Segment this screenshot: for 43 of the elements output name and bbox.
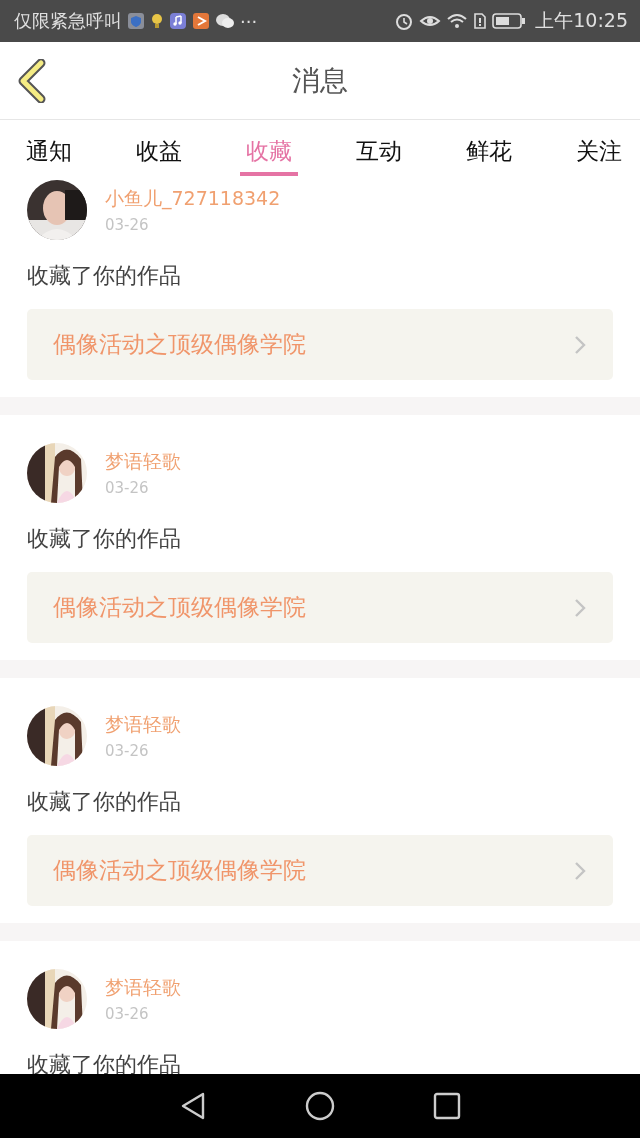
message-date: 03-26 xyxy=(105,216,150,234)
alarm-icon xyxy=(394,11,415,31)
carrier-notice: 仅限紧急呼叫 xyxy=(14,9,122,33)
message-date: 03-26 xyxy=(105,742,150,760)
message-date: 03-26 xyxy=(105,1005,150,1023)
tab[interactable]: 通知 xyxy=(20,120,78,176)
user-name[interactable]: 小鱼儿_727118342 xyxy=(105,186,281,212)
sim-alert-icon xyxy=(473,12,488,30)
message-text: 收藏了你的作品 xyxy=(27,262,182,290)
shield-app-icon xyxy=(127,12,145,30)
work-title: 偶像活动之顶级偶像学院 xyxy=(53,593,306,622)
back-button[interactable] xyxy=(17,58,47,103)
wifi-icon xyxy=(446,12,469,30)
tab[interactable]: 关注 xyxy=(570,120,628,176)
bulb-icon xyxy=(150,12,164,30)
work-title: 偶像活动之顶级偶像学院 xyxy=(53,856,306,885)
user-name[interactable]: 梦语轻歌 xyxy=(105,449,181,475)
chat-app-icon xyxy=(215,12,235,30)
triangle-back-icon xyxy=(179,1091,207,1121)
user-name[interactable]: 梦语轻歌 xyxy=(105,975,181,1001)
battery-icon xyxy=(492,12,527,30)
more-notifications-icon: ··· xyxy=(240,10,258,32)
work-title: 偶像活动之顶级偶像学院 xyxy=(53,330,306,359)
square-recents-icon xyxy=(433,1092,461,1120)
clock: 上午10:25 xyxy=(535,8,628,33)
tab[interactable]: 鲜花 xyxy=(460,120,518,176)
chevron-right-icon xyxy=(573,333,587,356)
screen-title: 消息 xyxy=(292,62,348,99)
music-app-icon xyxy=(169,12,187,30)
chevron-right-icon xyxy=(573,859,587,882)
tab[interactable]: 互动 xyxy=(350,120,408,176)
message-text: 收藏了你的作品 xyxy=(27,788,182,816)
back-icon xyxy=(17,58,47,103)
message-text: 收藏了你的作品 xyxy=(27,525,182,553)
play-app-icon xyxy=(192,12,210,30)
circle-home-icon xyxy=(305,1091,335,1121)
user-name[interactable]: 梦语轻歌 xyxy=(105,712,181,738)
work-link[interactable]: 偶像活动之顶级偶像学院 xyxy=(27,309,613,380)
work-link[interactable]: 偶像活动之顶级偶像学院 xyxy=(27,835,613,906)
tab[interactable]: 收益 xyxy=(130,120,188,176)
chevron-right-icon xyxy=(573,596,587,619)
work-link[interactable]: 偶像活动之顶级偶像学院 xyxy=(27,572,613,643)
message-date: 03-26 xyxy=(105,479,150,497)
